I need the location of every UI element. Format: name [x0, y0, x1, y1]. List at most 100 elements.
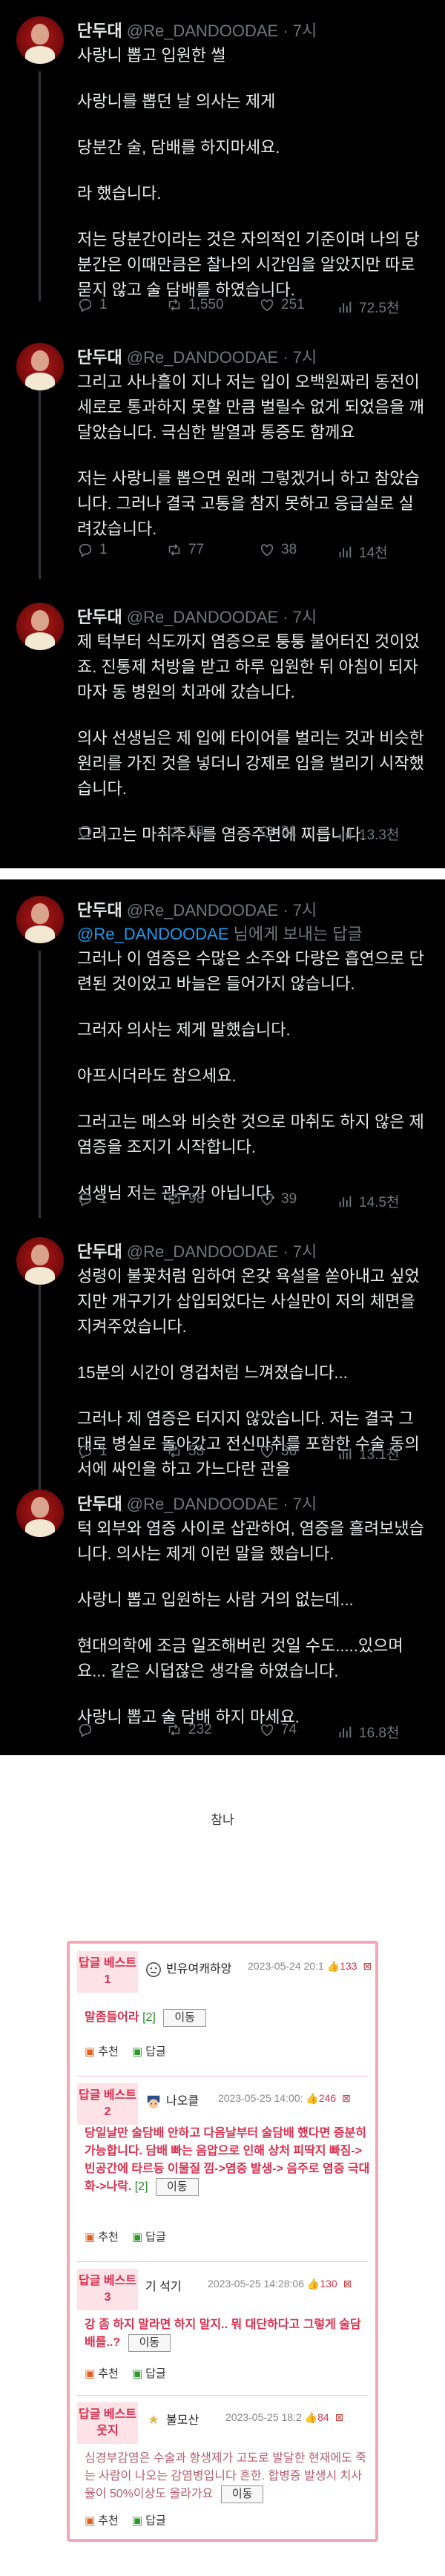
tweet-text: 그러나 이 염증은 수많은 소주와 다량은 흡연으로 단련된 것이었고 바늘은 …: [77, 946, 426, 1206]
comment-footer: ▣ 추천 ▣ 답글: [85, 2365, 166, 2381]
recommend-label[interactable]: 추천: [98, 2514, 119, 2527]
delete-icon[interactable]: ⊠: [335, 2411, 344, 2423]
reply-label[interactable]: 답글: [145, 2514, 166, 2527]
recommend-icon[interactable]: ▣: [85, 2231, 95, 2244]
sub-count: [2]: [142, 2011, 156, 2024]
best-badge: 답글 베스트3: [77, 2269, 138, 2310]
like-button[interactable]: 251: [259, 297, 305, 313]
author-handle[interactable]: @Re_DANDOODAE · 7시: [127, 1242, 317, 1261]
thumb-icon: 👍: [306, 2092, 319, 2104]
retweet-button[interactable]: 232: [166, 1722, 212, 1738]
reply-button[interactable]: 1: [77, 824, 108, 840]
reply-count: 1: [99, 297, 108, 312]
comment-user[interactable]: 기 석기: [145, 2276, 182, 2294]
avatar[interactable]: [16, 1237, 64, 1285]
reply-label[interactable]: 답글: [145, 2231, 166, 2244]
views-icon: [339, 1726, 352, 1737]
author-handle[interactable]: @Re_DANDOODAE · 7시: [127, 608, 317, 626]
retweet-icon: [168, 1446, 180, 1458]
reply-button[interactable]: 1: [77, 1443, 108, 1460]
reply-to-link[interactable]: @Re_DANDOODAE: [77, 925, 229, 943]
reply-label[interactable]: 답글: [145, 2367, 166, 2380]
retweet-button[interactable]: 58: [166, 824, 204, 840]
move-button[interactable]: 이동: [155, 2178, 199, 2196]
comment-username[interactable]: 빈유여캐하앙: [166, 1963, 231, 1976]
tweet-paragraph: 현대의학에 조금 일조해버린 것일 수도.....있으며요... 같은 시덥잖은…: [77, 1636, 403, 1680]
move-button[interactable]: 이동: [128, 2334, 171, 2352]
like-button[interactable]: 36: [259, 1443, 297, 1460]
tweet[interactable]: 단두대 @Re_DANDOODAE · 7시 제 턱부터 식도까지 염증으로 퉁퉁…: [0, 586, 445, 868]
reply-label[interactable]: 답글: [145, 2045, 166, 2058]
reply-button[interactable]: 1: [77, 1191, 108, 1207]
comment-user[interactable]: 불모산: [145, 2410, 199, 2429]
comment-user[interactable]: 빈유여캐하앙: [145, 1959, 231, 1978]
recommend-label[interactable]: 추천: [98, 2045, 119, 2058]
tweet[interactable]: 단두대 @Re_DANDOODAE · 7시 턱 외부와 염증 사이로 삽관하여,…: [0, 1473, 445, 1755]
author-handle[interactable]: @Re_DANDOODAE · 7시: [127, 1495, 317, 1513]
delete-icon[interactable]: ⊠: [363, 1960, 372, 1972]
delete-icon[interactable]: ⊠: [342, 2092, 351, 2104]
tweet[interactable]: 단두대 @Re_DANDOODAE · 7시 그리고 사나흘이 지나 저는 입이 …: [0, 327, 445, 586]
reply-icon[interactable]: ▣: [132, 2514, 142, 2527]
author-handle[interactable]: @Re_DANDOODAE · 7시: [127, 901, 317, 920]
tweet-paragraph: 아프시더라도 참으세요.: [77, 1066, 237, 1085]
comment-username[interactable]: 불모산: [166, 2414, 199, 2427]
best-comment: 답글 베스트1 빈유여캐하앙 2023-05-24 20:1 👍133 ⊠ 말좀…: [77, 1951, 372, 2077]
tweet[interactable]: 단두대 @Re_DANDOODAE · 7시 사랑니 뽑고 입원한 썰 사랑니를 …: [0, 0, 445, 327]
reply-icon[interactable]: ▣: [132, 2231, 142, 2244]
delete-icon[interactable]: ⊠: [343, 2278, 352, 2290]
move-button[interactable]: 이동: [163, 2009, 206, 2027]
reply-button[interactable]: 1: [77, 542, 108, 558]
author-handle[interactable]: @Re_DANDOODAE · 7시: [127, 348, 317, 367]
retweet-count: 232: [188, 1722, 212, 1737]
recommend-label[interactable]: 추천: [98, 2231, 119, 2244]
author-name[interactable]: 단두대: [77, 608, 122, 626]
retweet-button[interactable]: 53: [166, 1443, 204, 1460]
reply-button[interactable]: 1: [77, 297, 108, 313]
tweet[interactable]: 단두대 @Re_DANDOODAE · 7시 @Re_DANDOODAE 님에게 …: [0, 879, 445, 1221]
comment-username[interactable]: 기 석기: [145, 2281, 182, 2293]
tweet[interactable]: 단두대 @Re_DANDOODAE · 7시 성령이 불꽃처럼 임하여 온갖 욕설…: [0, 1221, 445, 1478]
reply-button[interactable]: [77, 1722, 99, 1738]
author-handle[interactable]: @Re_DANDOODAE · 7시: [127, 22, 317, 40]
reply-icon: [79, 298, 92, 312]
reply-icon: [79, 543, 92, 557]
recommend-icon[interactable]: ▣: [85, 2045, 95, 2058]
avatar[interactable]: [16, 896, 64, 943]
author-name[interactable]: 단두대: [77, 348, 122, 367]
author-name[interactable]: 단두대: [77, 1242, 122, 1261]
views-button[interactable]: 13.1천: [337, 1443, 399, 1464]
reply-icon[interactable]: ▣: [132, 2045, 142, 2058]
like-button[interactable]: 38: [259, 542, 297, 558]
views-button[interactable]: 14.5천: [337, 1191, 399, 1211]
avatar[interactable]: [16, 16, 64, 64]
author-name[interactable]: 단두대: [77, 22, 122, 40]
like-count: 36: [281, 1443, 297, 1459]
comment-user[interactable]: 나오클: [145, 2091, 199, 2110]
move-button[interactable]: 이동: [220, 2485, 264, 2503]
like-button[interactable]: 74: [259, 1722, 297, 1738]
views-button[interactable]: 16.8천: [337, 1722, 399, 1742]
recommend-icon[interactable]: ▣: [85, 2514, 95, 2527]
comment-username[interactable]: 나오클: [166, 2095, 199, 2108]
retweet-button[interactable]: 77: [166, 542, 204, 558]
avatar[interactable]: [16, 1489, 64, 1537]
like-button[interactable]: 39: [259, 1191, 297, 1207]
recommend-icon[interactable]: ▣: [85, 2367, 95, 2380]
reply-count: 1: [99, 1191, 108, 1207]
recommend-label[interactable]: 추천: [98, 2367, 119, 2380]
author-name[interactable]: 단두대: [77, 1495, 122, 1513]
views-button[interactable]: 14천: [337, 542, 388, 562]
views-button[interactable]: 72.5천: [337, 297, 399, 317]
like-button[interactable]: 31: [259, 824, 297, 840]
avatar[interactable]: [16, 343, 64, 390]
retweet-button[interactable]: 98: [166, 1191, 204, 1207]
views-button[interactable]: 13.3천: [337, 824, 399, 844]
reply-icon: [79, 825, 92, 839]
author-name[interactable]: 단두대: [77, 901, 122, 920]
avatar[interactable]: [16, 603, 64, 650]
reply-icon: [79, 1193, 92, 1207]
comment-meta: 2023-05-25 14:28:06 👍130 ⊠: [208, 2278, 352, 2290]
retweet-button[interactable]: 1,550: [166, 297, 224, 313]
reply-icon[interactable]: ▣: [132, 2367, 142, 2380]
